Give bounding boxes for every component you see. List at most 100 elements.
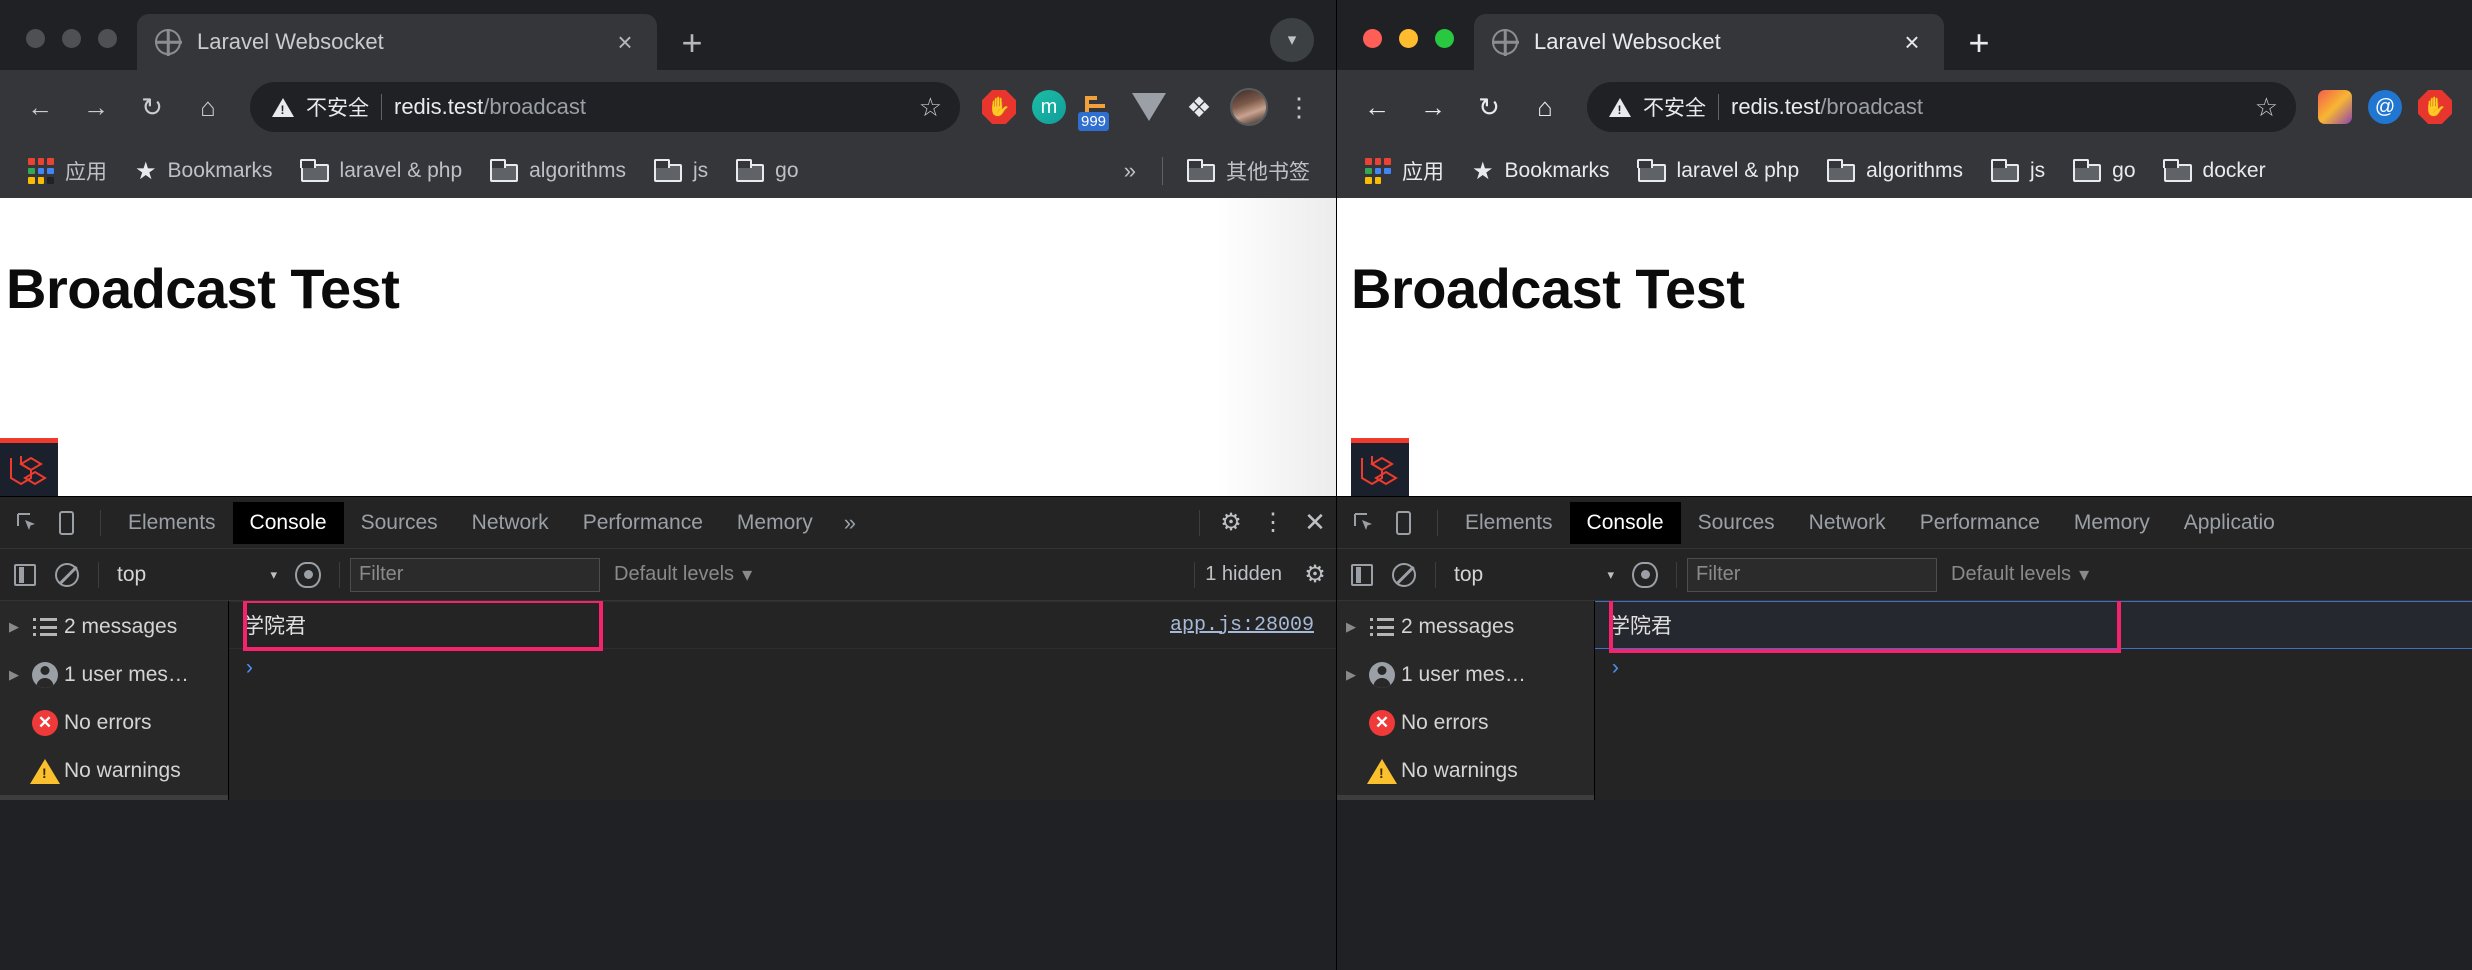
bookmark-item-docker[interactable]: docker — [2150, 153, 2280, 189]
devtools-tab-console[interactable]: Console — [232, 501, 344, 544]
expand-arrow-icon[interactable]: ▶ — [2, 619, 26, 635]
new-tab-button[interactable]: + — [665, 16, 719, 70]
inspect-element-icon[interactable] — [1343, 502, 1385, 544]
sidebar-item-info[interactable]: ▶ i 1 info — [0, 795, 228, 800]
clear-console-icon[interactable] — [1383, 554, 1425, 596]
sidebar-item-user-messages[interactable]: ▶ 1 user mes… — [1337, 651, 1594, 699]
expand-arrow-icon[interactable]: ▶ — [1339, 619, 1363, 635]
window-controls-right[interactable] — [1337, 29, 1474, 70]
console-message-row[interactable]: 学院君 app.js:28009 — [229, 601, 1336, 649]
devtools-tab-sources[interactable]: Sources — [344, 502, 455, 544]
console-message-source-link[interactable]: app.js:28009 — [1170, 614, 1336, 637]
bookmark-apps[interactable]: 应用 — [14, 150, 121, 192]
devtools-tab-application[interactable]: Applicatio — [2167, 502, 2292, 544]
bookmark-item-algorithms[interactable]: algorithms — [476, 153, 640, 189]
close-window-button[interactable] — [26, 29, 45, 48]
expand-arrow-icon[interactable]: ▶ — [1339, 667, 1363, 683]
close-tab-button[interactable]: × — [607, 24, 643, 60]
gear-icon[interactable]: ⚙ — [1210, 502, 1252, 544]
colorful-extension-icon[interactable] — [2312, 84, 2358, 130]
bookmarks-overflow-icon[interactable]: » — [1108, 152, 1152, 190]
sidebar-item-messages[interactable]: ▶ 2 messages — [1337, 603, 1594, 651]
devtools-more-tabs-icon[interactable]: » — [830, 501, 870, 545]
devtools-tab-network[interactable]: Network — [1792, 502, 1903, 544]
address-bar[interactable]: 不安全 redis.test/broadcast ☆ — [1587, 82, 2296, 132]
devtools-tab-elements[interactable]: Elements — [111, 502, 233, 544]
bookmark-item-go[interactable]: go — [2059, 153, 2149, 189]
bookmark-item-laravel-php[interactable]: laravel & php — [287, 153, 477, 189]
devtools-tab-performance[interactable]: Performance — [1903, 502, 2057, 544]
devtools-tab-network[interactable]: Network — [455, 502, 566, 544]
sidebar-item-errors[interactable]: ✕ No errors — [1337, 699, 1594, 747]
puzzle-icon[interactable]: ❖ — [1176, 84, 1222, 130]
chrome-menu-icon[interactable]: ⋮ — [1276, 84, 1322, 130]
devtools-tab-memory[interactable]: Memory — [720, 502, 830, 544]
devtools-tab-memory[interactable]: Memory — [2057, 502, 2167, 544]
minimize-window-button[interactable] — [1399, 29, 1418, 48]
close-icon[interactable]: ✕ — [1294, 502, 1336, 544]
sidebar-item-errors[interactable]: ✕ No errors — [0, 699, 228, 747]
log-levels-select[interactable]: Default levels ▾ — [600, 562, 766, 587]
rss-icon[interactable]: 999 — [1076, 84, 1122, 131]
console-prompt[interactable]: › — [229, 649, 1336, 689]
sidebar-item-info[interactable]: ▶ i 1 info — [1337, 795, 1594, 800]
sidebar-item-user-messages[interactable]: ▶ 1 user mes… — [0, 651, 228, 699]
back-button[interactable]: ← — [1351, 81, 1403, 133]
chevron-down-icon[interactable]: ▾ — [1270, 18, 1314, 62]
window-controls-left[interactable] — [0, 29, 137, 70]
sidebar-item-messages[interactable]: ▶ 2 messages — [0, 603, 228, 651]
bookmark-item-laravel-php[interactable]: laravel & php — [1624, 153, 1814, 189]
bookmark-apps[interactable]: 应用 — [1351, 150, 1458, 192]
circle-a-icon[interactable]: @ — [2362, 84, 2408, 130]
live-expression-icon[interactable] — [287, 554, 329, 596]
gear-icon[interactable]: ⚙ — [1294, 554, 1336, 596]
execution-context-select[interactable]: top ▾ — [109, 563, 287, 587]
console-prompt[interactable]: › — [1595, 649, 2472, 689]
toggle-console-sidebar-icon[interactable] — [1341, 554, 1383, 596]
toggle-console-sidebar-icon[interactable] — [4, 554, 46, 596]
close-tab-button[interactable]: × — [1894, 24, 1930, 60]
bookmark-item-go[interactable]: go — [722, 153, 812, 189]
adblock-icon[interactable]: ✋ — [976, 84, 1022, 130]
reload-button[interactable]: ↻ — [1463, 81, 1515, 133]
browser-tab[interactable]: Laravel Websocket × — [1474, 14, 1944, 70]
address-bar[interactable]: 不安全 redis.test/broadcast ☆ — [250, 82, 960, 132]
forward-button[interactable]: → — [1407, 81, 1459, 133]
device-toolbar-icon[interactable] — [1385, 502, 1427, 544]
clear-console-icon[interactable] — [46, 554, 88, 596]
device-toolbar-icon[interactable] — [48, 502, 90, 544]
execution-context-select[interactable]: top ▾ — [1446, 563, 1624, 587]
adblock-icon[interactable]: ✋ — [2412, 84, 2458, 130]
devtools-tab-console[interactable]: Console — [1569, 501, 1681, 544]
console-message-row[interactable]: 学院君 — [1595, 601, 2472, 649]
bookmark-star-icon[interactable]: ☆ — [919, 92, 948, 123]
devtools-tab-elements[interactable]: Elements — [1448, 502, 1570, 544]
browser-tab[interactable]: Laravel Websocket × — [137, 14, 657, 70]
bookmark-item-js[interactable]: js — [640, 153, 722, 189]
bookmark-item-algorithms[interactable]: algorithms — [1813, 153, 1977, 189]
bookmark-item-bookmarks[interactable]: ★ Bookmarks — [121, 151, 287, 192]
console-filter-input[interactable]: Filter — [1687, 557, 1937, 592]
bookmark-item-bookmarks[interactable]: ★ Bookmarks — [1458, 151, 1624, 192]
bookmark-item-other[interactable]: 其他书签 — [1173, 150, 1324, 192]
maximize-window-button[interactable] — [1435, 29, 1454, 48]
bookmark-star-icon[interactable]: ☆ — [2255, 92, 2284, 123]
inspect-element-icon[interactable] — [6, 502, 48, 544]
expand-arrow-icon[interactable]: ▶ — [2, 667, 26, 683]
momentum-icon[interactable]: m — [1026, 84, 1072, 130]
devtools-tab-performance[interactable]: Performance — [566, 502, 720, 544]
home-button[interactable]: ⌂ — [182, 81, 234, 133]
reload-button[interactable]: ↻ — [126, 81, 178, 133]
profile-avatar[interactable] — [1226, 84, 1272, 130]
live-expression-icon[interactable] — [1624, 554, 1666, 596]
new-tab-button[interactable]: + — [1952, 16, 2006, 70]
forward-button[interactable]: → — [70, 81, 122, 133]
sidebar-item-warnings[interactable]: No warnings — [1337, 747, 1594, 795]
vue-devtools-icon[interactable] — [1126, 84, 1172, 130]
home-button[interactable]: ⌂ — [1519, 81, 1571, 133]
sidebar-item-warnings[interactable]: No warnings — [0, 747, 228, 795]
minimize-window-button[interactable] — [62, 29, 81, 48]
console-filter-input[interactable]: Filter — [350, 557, 600, 592]
maximize-window-button[interactable] — [98, 29, 117, 48]
bookmark-item-js[interactable]: js — [1977, 153, 2059, 189]
